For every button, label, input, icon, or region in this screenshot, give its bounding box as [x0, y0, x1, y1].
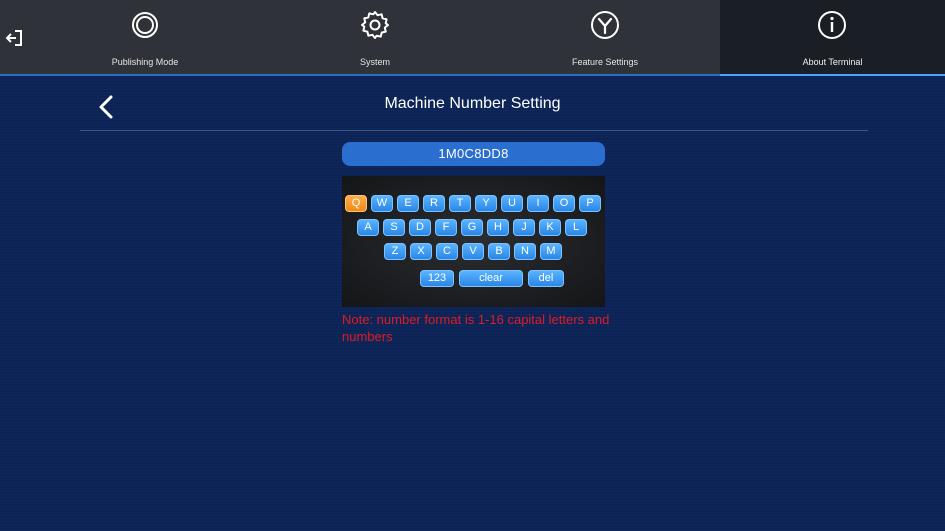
keyboard-row: Z X C V B N M: [342, 243, 605, 260]
keyboard-row: A S D F G H J K L: [342, 219, 605, 236]
key-e[interactable]: E: [397, 195, 419, 212]
key-j[interactable]: J: [513, 219, 535, 236]
key-a[interactable]: A: [357, 219, 379, 236]
divider: [80, 130, 868, 131]
key-x[interactable]: X: [410, 243, 432, 260]
key-h[interactable]: H: [487, 219, 509, 236]
tab-label: System: [359, 57, 390, 67]
key-i[interactable]: I: [527, 195, 549, 212]
key-n[interactable]: N: [514, 243, 536, 260]
key-d[interactable]: D: [409, 219, 431, 236]
publishing-mode-icon: [132, 12, 158, 38]
key-q[interactable]: Q: [345, 195, 367, 212]
key-u[interactable]: U: [501, 195, 523, 212]
key-r[interactable]: R: [423, 195, 445, 212]
gear-icon: [361, 11, 389, 39]
top-navigation-bar: Publishing Mode System Feature Settings …: [0, 0, 945, 76]
key-f[interactable]: F: [435, 219, 457, 236]
key-t[interactable]: T: [449, 195, 471, 212]
tab-system[interactable]: System: [260, 0, 490, 76]
tab-publishing-mode[interactable]: Publishing Mode: [30, 0, 260, 76]
tab-label: Feature Settings: [571, 57, 639, 67]
key-k[interactable]: K: [539, 219, 561, 236]
key-c[interactable]: C: [436, 243, 458, 260]
key-y[interactable]: Y: [475, 195, 497, 212]
key-p[interactable]: P: [579, 195, 601, 212]
tab-label: Publishing Mode: [111, 57, 179, 67]
key-clear[interactable]: clear: [459, 270, 523, 287]
key-b[interactable]: B: [488, 243, 510, 260]
info-icon: [818, 11, 846, 39]
key-z[interactable]: Z: [384, 243, 406, 260]
key-v[interactable]: V: [462, 243, 484, 260]
content-area: Machine Number Setting 1M0C8DD8 Q W E R …: [0, 78, 945, 531]
keyboard-row: Q W E R T Y U I O P: [342, 195, 605, 212]
key-g[interactable]: G: [461, 219, 483, 236]
format-note: Note: number format is 1-16 capital lett…: [342, 312, 610, 344]
key-s[interactable]: S: [383, 219, 405, 236]
key-123[interactable]: 123: [420, 270, 454, 287]
keyboard-row: 123 clear del: [342, 270, 605, 287]
key-del[interactable]: del: [528, 270, 564, 287]
tab-about-terminal[interactable]: About Terminal: [720, 0, 945, 76]
tab-feature-settings[interactable]: Feature Settings: [490, 0, 720, 76]
exit-icon[interactable]: [4, 26, 28, 50]
key-o[interactable]: O: [553, 195, 575, 212]
on-screen-keyboard: Q W E R T Y U I O P A S D F G H J K L Z …: [342, 176, 605, 307]
tab-label: About Terminal: [802, 57, 863, 67]
key-l[interactable]: L: [565, 219, 587, 236]
key-m[interactable]: M: [540, 243, 562, 260]
machine-number-field[interactable]: 1M0C8DD8: [342, 142, 605, 166]
feature-settings-icon: [591, 11, 619, 39]
page-title: Machine Number Setting: [384, 95, 561, 112]
key-w[interactable]: W: [371, 195, 393, 212]
